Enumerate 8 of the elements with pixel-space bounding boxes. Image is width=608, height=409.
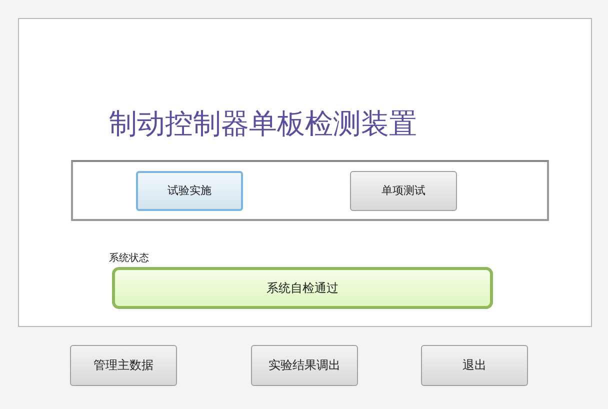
action-button[interactable]: 管理主数据: [70, 345, 177, 386]
app-title: 制动控制器单板检测装置: [109, 107, 417, 141]
action-button[interactable]: 实验结果调出: [251, 345, 358, 386]
test-button[interactable]: 单项测试: [350, 170, 457, 210]
action-button[interactable]: 退出: [421, 345, 528, 386]
status-label: 系统状态: [109, 253, 149, 265]
test-button[interactable]: 试验实施: [136, 170, 243, 210]
status-display: 系统自检通过: [112, 267, 493, 309]
